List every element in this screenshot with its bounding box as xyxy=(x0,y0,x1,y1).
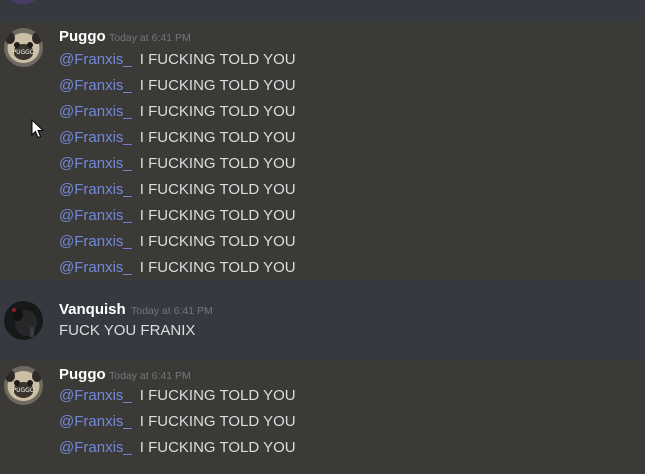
pug-avatar: PUGGO xyxy=(4,28,43,67)
chat-message-list[interactable]: PUGGO Puggo Today at 6:41 PM @Franxis_ I … xyxy=(0,0,645,474)
mention-link[interactable]: @Franxis_ xyxy=(59,387,132,404)
message-text: I FUCKING TOLD YOU xyxy=(139,207,296,224)
message-line: @Franxis_ I FUCKING TOLD YOU xyxy=(59,232,296,252)
message-text: I FUCKING TOLD YOU xyxy=(139,259,296,276)
message-line: @Franxis_ I FUCKING TOLD YOU xyxy=(59,50,296,70)
message-group-puggo-2: PUGGO Puggo Today at 6:41 PM @Franxis_ I … xyxy=(0,360,645,474)
previous-avatar xyxy=(8,0,38,4)
message-line: @Franxis_ I FUCKING TOLD YOU xyxy=(59,180,296,200)
previous-message-fragment xyxy=(0,0,645,22)
message-line: @Franxis_ I FUCKING TOLD YOU xyxy=(59,412,296,432)
svg-text:PUGGO: PUGGO xyxy=(12,387,34,394)
avatar[interactable]: PUGGO xyxy=(4,28,43,67)
mention-link[interactable]: @Franxis_ xyxy=(59,413,132,430)
mention-link[interactable]: @Franxis_ xyxy=(59,207,132,224)
timestamp: Today at 6:41 PM xyxy=(109,370,191,382)
message-line: @Franxis_ I FUCKING TOLD YOU xyxy=(59,128,296,148)
mention-link[interactable]: @Franxis_ xyxy=(59,77,132,94)
mention-link[interactable]: @Franxis_ xyxy=(59,129,132,146)
pug-avatar: PUGGO xyxy=(4,366,43,405)
mention-link[interactable]: @Franxis_ xyxy=(59,155,132,172)
username[interactable]: Vanquish xyxy=(59,301,126,318)
message-line: @Franxis_ I FUCKING TOLD YOU xyxy=(59,154,296,174)
message-text: I FUCKING TOLD YOU xyxy=(139,51,296,68)
message-group-vanquish: Vanquish Today at 6:41 PM FUCK YOU FRANI… xyxy=(0,280,645,360)
mention-link[interactable]: @Franxis_ xyxy=(59,259,132,276)
mouse-cursor-icon xyxy=(31,119,45,139)
message-text: I FUCKING TOLD YOU xyxy=(139,77,296,94)
message-text: I FUCKING TOLD YOU xyxy=(139,155,296,172)
message-line: @Franxis_ I FUCKING TOLD YOU xyxy=(59,102,296,122)
message-line: @Franxis_ I FUCKING TOLD YOU xyxy=(59,76,296,96)
dark-avatar xyxy=(4,301,43,340)
message-text: I FUCKING TOLD YOU xyxy=(139,233,296,250)
message-line: @Franxis_ I FUCKING TOLD YOU xyxy=(59,438,296,458)
message-line: @Franxis_ I FUCKING TOLD YOU xyxy=(59,206,296,226)
message-text: I FUCKING TOLD YOU xyxy=(139,413,296,430)
username[interactable]: Puggo xyxy=(59,366,106,383)
message-line: FUCK YOU FRANIX xyxy=(59,321,195,341)
mention-link[interactable]: @Franxis_ xyxy=(59,233,132,250)
message-text: I FUCKING TOLD YOU xyxy=(139,103,296,120)
message-text: I FUCKING TOLD YOU xyxy=(139,181,296,198)
message-group-puggo-1: PUGGO Puggo Today at 6:41 PM @Franxis_ I … xyxy=(0,22,645,280)
message-line: @Franxis_ I FUCKING TOLD YOU xyxy=(59,386,296,406)
avatar[interactable] xyxy=(4,301,43,340)
message-line: @Franxis_ I FUCKING TOLD YOU xyxy=(59,258,296,278)
timestamp: Today at 6:41 PM xyxy=(109,32,191,44)
message-text: I FUCKING TOLD YOU xyxy=(139,439,296,456)
mention-link[interactable]: @Franxis_ xyxy=(59,51,132,68)
mention-link[interactable]: @Franxis_ xyxy=(59,439,132,456)
avatar[interactable]: PUGGO xyxy=(4,366,43,405)
mention-link[interactable]: @Franxis_ xyxy=(59,181,132,198)
username[interactable]: Puggo xyxy=(59,28,106,45)
mention-link[interactable]: @Franxis_ xyxy=(59,103,132,120)
message-text: I FUCKING TOLD YOU xyxy=(139,387,296,404)
svg-text:PUGGO: PUGGO xyxy=(12,49,34,56)
timestamp: Today at 6:41 PM xyxy=(131,305,213,317)
message-text: I FUCKING TOLD YOU xyxy=(139,129,296,146)
message-text: FUCK YOU FRANIX xyxy=(59,322,196,339)
